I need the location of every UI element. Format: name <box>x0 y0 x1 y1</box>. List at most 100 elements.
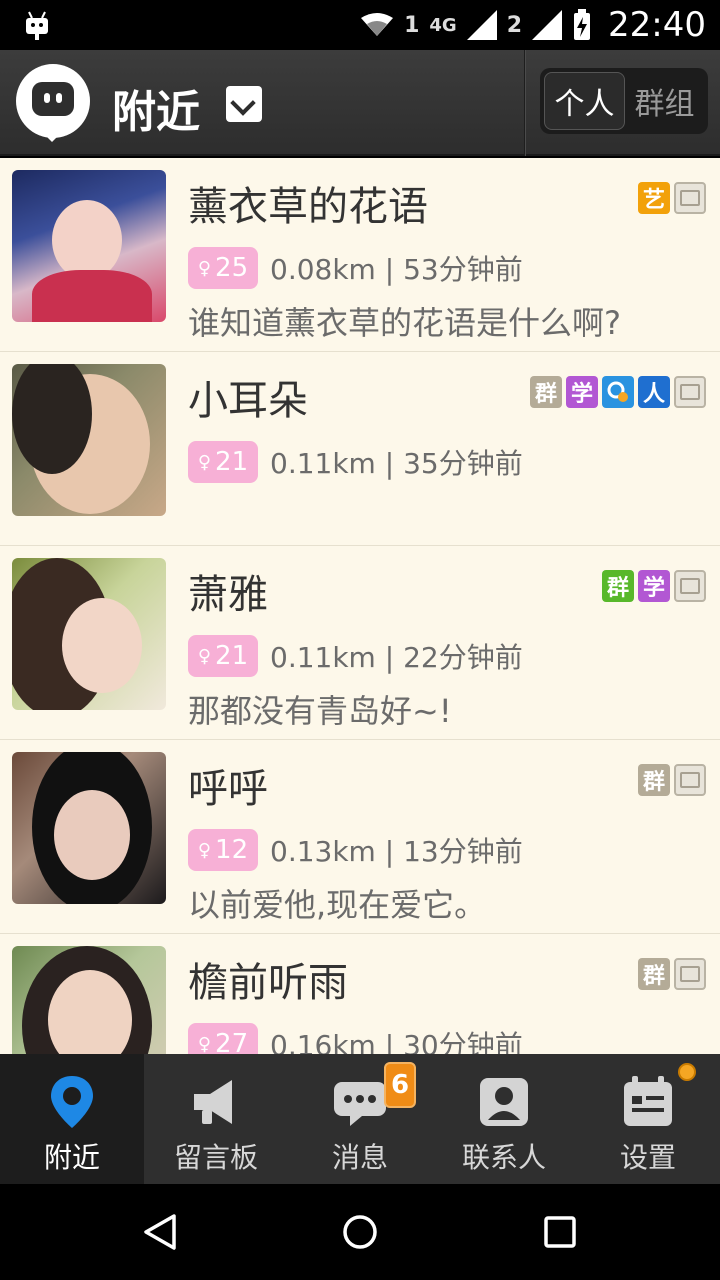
list-item[interactable]: 呼呼 群 ♀ 12 0.13km | 13分钟前 以前爱他,现在爱它。 <box>0 740 720 934</box>
tab-board-label: 留言板 <box>173 1141 258 1174</box>
age-value: 21 <box>215 641 249 671</box>
female-icon: ♀ <box>197 257 212 279</box>
verified-badge-icon <box>602 376 634 408</box>
page-title: 附近 <box>112 87 200 138</box>
age-badge: ♀ 27 <box>188 1023 258 1054</box>
photo-icon <box>674 958 706 990</box>
tab-nearby-label: 附近 <box>43 1141 100 1174</box>
distance-time: 0.13km | 13分钟前 <box>270 835 523 868</box>
signal-icon-2 <box>532 10 563 40</box>
study-badge-icon: 学 <box>638 570 670 602</box>
age-badge: ♀ 25 <box>188 247 258 289</box>
tab-messages-label: 消息 <box>331 1141 388 1174</box>
avatar[interactable] <box>12 170 166 322</box>
back-icon[interactable] <box>140 1212 180 1252</box>
user-meta: ♀ 12 0.13km | 13分钟前 <box>188 828 523 872</box>
notification-dot <box>678 1063 696 1081</box>
tab-nearby[interactable]: 附近 <box>0 1054 144 1184</box>
user-name: 小耳朵 <box>188 378 308 424</box>
distance-time: 0.16km | 30分钟前 <box>270 1029 523 1054</box>
tab-board[interactable]: 留言板 <box>144 1054 288 1184</box>
user-name: 薰衣草的花语 <box>188 184 428 230</box>
location-pin-icon <box>51 1076 93 1128</box>
group-badge-icon: 群 <box>638 958 670 990</box>
avatar[interactable] <box>12 364 166 516</box>
app-header: 附近 个人 群组 <box>0 50 720 156</box>
recents-icon[interactable] <box>540 1212 580 1252</box>
person-group-toggle: 个人 群组 <box>540 68 708 134</box>
contacts-icon <box>480 1078 528 1126</box>
distance-time: 0.11km | 35分钟前 <box>270 447 523 480</box>
distance-time: 0.08km | 53分钟前 <box>270 253 523 286</box>
photo-icon <box>674 376 706 408</box>
age-value: 21 <box>215 447 249 477</box>
group-badge-icon: 群 <box>638 764 670 796</box>
clock: 22:40 <box>608 5 706 45</box>
photo-icon <box>674 570 706 602</box>
group-badge-icon: 群 <box>530 376 562 408</box>
app-logo-icon[interactable] <box>16 64 90 142</box>
wifi-icon <box>361 13 394 36</box>
age-badge: ♀ 12 <box>188 829 258 871</box>
art-badge-icon: 艺 <box>638 182 670 214</box>
photo-icon <box>674 182 706 214</box>
chat-bubble-icon <box>334 1082 386 1126</box>
age-badge: ♀ 21 <box>188 441 258 483</box>
list-item[interactable]: 薰衣草的花语 艺 ♀ 25 0.08km | 53分钟前 谁知道薰衣草的花语是什么… <box>0 158 720 352</box>
user-meta: ♀ 25 0.08km | 53分钟前 <box>188 246 523 290</box>
user-meta: ♀ 27 0.16km | 30分钟前 <box>188 1022 523 1054</box>
settings-calendar-icon <box>624 1076 672 1126</box>
user-badges: 群 学 <box>602 570 706 602</box>
user-meta: ♀ 21 0.11km | 35分钟前 <box>188 440 523 484</box>
user-name: 檐前听雨 <box>188 960 348 1006</box>
list-item[interactable]: 檐前听雨 群 ♀ 27 0.16km | 30分钟前 <box>0 934 720 1054</box>
age-value: 25 <box>215 253 249 283</box>
age-value: 27 <box>215 1029 249 1054</box>
female-icon: ♀ <box>197 645 212 667</box>
chevron-down-icon[interactable] <box>226 86 262 122</box>
group-badge-icon: 群 <box>602 570 634 602</box>
status-bar: 1 4G 2 22:40 <box>0 0 720 50</box>
user-badges: 艺 <box>638 182 706 214</box>
tab-contacts[interactable]: 联系人 <box>432 1054 576 1184</box>
user-meta: ♀ 21 0.11km | 22分钟前 <box>188 634 523 678</box>
signal-icon <box>466 10 497 40</box>
list-item[interactable]: 小耳朵 群 学 人 ♀ 21 0.11km | 35分钟前 <box>0 352 720 546</box>
avatar[interactable] <box>12 558 166 710</box>
sim2-label: 2 <box>506 12 523 38</box>
user-badges: 群 <box>638 958 706 990</box>
female-icon: ♀ <box>197 451 212 473</box>
age-badge: ♀ 21 <box>188 635 258 677</box>
tab-settings[interactable]: 设置 <box>576 1054 720 1184</box>
tab-contacts-label: 联系人 <box>461 1141 546 1174</box>
user-name: 萧雅 <box>188 572 268 618</box>
status-message: 谁知道薰衣草的花语是什么啊? <box>188 304 621 342</box>
bottom-tab-bar: 附近 留言板 消息 联系人 设置 <box>0 1054 720 1184</box>
female-icon: ♀ <box>197 1033 212 1055</box>
network-type: 4G <box>429 14 457 36</box>
photo-icon <box>674 764 706 796</box>
home-icon[interactable] <box>340 1212 380 1252</box>
person-badge-icon: 人 <box>638 376 670 408</box>
avatar[interactable] <box>12 752 166 904</box>
avatar[interactable] <box>12 946 166 1054</box>
unread-count-badge: 6 <box>384 1062 416 1108</box>
megaphone-icon <box>194 1080 232 1124</box>
age-value: 12 <box>215 835 249 865</box>
toggle-group[interactable]: 群组 <box>625 72 704 130</box>
toggle-personal[interactable]: 个人 <box>544 72 625 130</box>
female-icon: ♀ <box>197 839 212 861</box>
list-item[interactable]: 萧雅 群 学 ♀ 21 0.11km | 22分钟前 那都没有青岛好~! <box>0 546 720 740</box>
distance-time: 0.11km | 22分钟前 <box>270 641 523 674</box>
tab-settings-label: 设置 <box>619 1141 676 1174</box>
battery-icon <box>574 9 591 40</box>
android-icon <box>26 11 48 40</box>
user-badges: 群 学 人 <box>530 376 706 408</box>
header-divider <box>524 50 526 156</box>
user-name: 呼呼 <box>188 766 268 812</box>
system-nav-bar <box>0 1184 720 1280</box>
sim1-label: 1 <box>404 12 420 38</box>
status-message: 以前爱他,现在爱它。 <box>188 886 487 924</box>
study-badge-icon: 学 <box>566 376 598 408</box>
status-message: 那都没有青岛好~! <box>188 692 452 730</box>
